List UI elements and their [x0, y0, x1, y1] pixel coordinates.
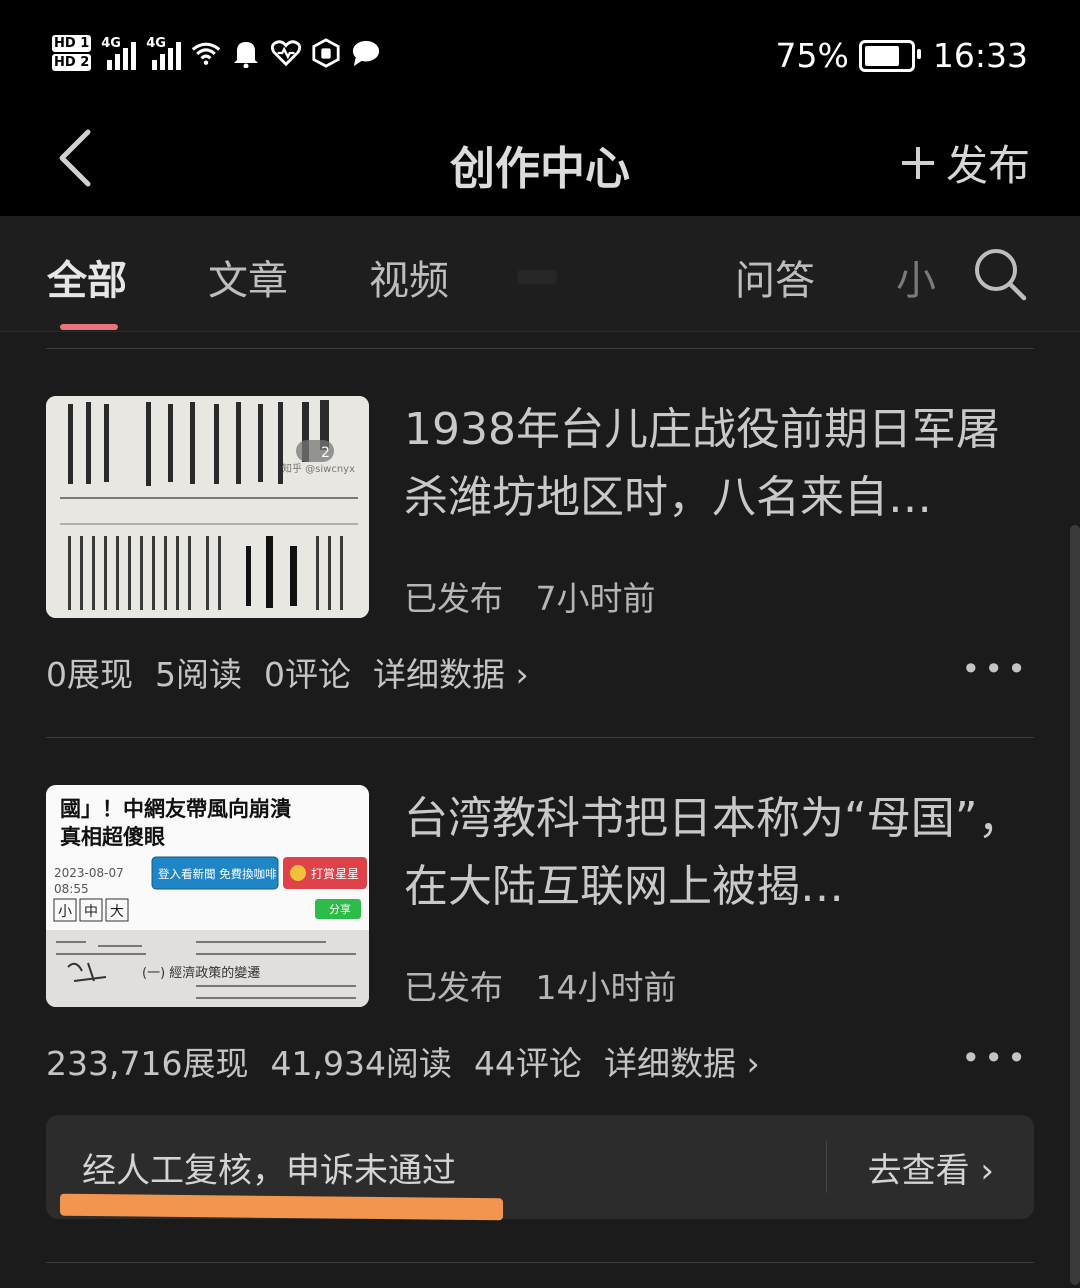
signal-icon-2: 4G — [146, 36, 182, 70]
item-stats: 233,716展现 41,934阅读 44评论 详细数据 › — [46, 1037, 760, 1085]
hd-indicator: HD 1 HD 2 — [52, 35, 92, 71]
item-title[interactable]: 台湾教科书把日本称为“母国”，在大陆互联网上被揭… — [404, 785, 1034, 921]
search-icon — [975, 249, 1027, 301]
message-icon — [351, 38, 381, 68]
divider — [826, 1141, 827, 1193]
publish-status: 已发布 — [404, 579, 503, 618]
details-link[interactable]: 详细数据 › — [373, 648, 529, 696]
title-bar: 创作中心 发布 — [0, 110, 1080, 216]
more-options-button[interactable]: ••• — [961, 1039, 1030, 1077]
tab-qa[interactable]: 问答 — [735, 248, 815, 306]
svg-text:2: 2 — [321, 445, 330, 461]
svg-text:登入看新聞 免費換咖啡: 登入看新聞 免費換咖啡 — [158, 867, 277, 881]
active-tab-indicator — [60, 324, 118, 330]
svg-text:知乎 @siwcnyx: 知乎 @siwcnyx — [282, 462, 355, 475]
search-button[interactable] — [972, 246, 1028, 302]
item-status: 已发布 14小时前 — [404, 961, 677, 1009]
publish-button[interactable]: 发布 — [900, 132, 1030, 193]
divider — [46, 348, 1034, 349]
item-status: 已发布 7小时前 — [404, 572, 656, 620]
svg-text:大: 大 — [110, 904, 124, 920]
impressions-count: 0展现 — [46, 655, 133, 694]
svg-text:08:55: 08:55 — [54, 882, 89, 896]
wifi-icon — [191, 38, 221, 68]
thumbnail-news-screenshot: 國」！中網友帶風向崩潰 真相超傻眼 2023-08-07 08:55 小 中 大… — [46, 785, 369, 1007]
signal-icon: 4G — [101, 36, 137, 70]
reads-count: 5阅读 — [155, 655, 242, 694]
publish-time: 7小时前 — [535, 579, 656, 618]
tab-videos[interactable]: 视频 — [369, 248, 449, 306]
view-appeal-button[interactable]: 去查看 › — [868, 1143, 994, 1192]
health-heart-icon — [271, 38, 302, 68]
divider — [46, 737, 1034, 738]
publish-time: 14小时前 — [535, 968, 677, 1007]
divider — [46, 1262, 1034, 1263]
svg-text:打賞星星: 打賞星星 — [311, 867, 359, 881]
comments-count: 0评论 — [264, 655, 351, 694]
publish-status: 已发布 — [404, 968, 503, 1007]
svg-text:小: 小 — [58, 904, 72, 920]
reads-count: 41,934阅读 — [270, 1044, 452, 1083]
svg-text:(一) 經濟政策的變遷: (一) 經濟政策的變遷 — [142, 965, 260, 981]
chevron-right-icon: › — [515, 655, 529, 694]
svg-text:國」！中網友帶風向崩潰: 國」！中網友帶風向崩潰 — [60, 797, 291, 821]
svg-text:真相超傻眼: 真相超傻眼 — [60, 825, 165, 849]
tab-all[interactable]: 全部 — [47, 248, 127, 306]
details-link[interactable]: 详细数据 › — [604, 1037, 760, 1085]
scrollbar[interactable] — [1070, 525, 1080, 1285]
item-title[interactable]: 1938年台儿庄战役前期日军屠杀潍坊地区时，八名来自… — [404, 396, 1034, 532]
publish-label: 发布 — [945, 141, 1030, 190]
appeal-status-text: 经人工复核，申诉未通过 — [82, 1151, 456, 1191]
impressions-count: 233,716展现 — [46, 1044, 249, 1083]
tab-more[interactable]: 小 — [896, 248, 936, 306]
clock: 16:33 — [932, 36, 1028, 75]
svg-text:中: 中 — [84, 904, 98, 920]
svg-text:2023-08-07: 2023-08-07 — [54, 866, 124, 880]
tab-bar: 全部 文章 视频 问答 小 — [0, 216, 1080, 332]
highlight-underline — [60, 1193, 503, 1221]
battery-percent: 75% — [775, 36, 849, 75]
bell-icon — [231, 38, 261, 68]
chevron-right-icon: › — [980, 1151, 994, 1191]
tab-placeholder — [517, 270, 557, 284]
thumbnail-newspaper: 2 知乎 @siwcnyx — [46, 396, 369, 618]
battery-icon — [858, 39, 921, 72]
chevron-right-icon: › — [746, 1044, 760, 1083]
item-stats: 0展现 5阅读 0评论 详细数据 › — [46, 648, 529, 696]
status-bar: HD 1 HD 2 4G 4G 75% 16:33 — [0, 0, 1080, 110]
svg-text:分享: 分享 — [329, 902, 351, 916]
more-options-button[interactable]: ••• — [961, 650, 1030, 688]
tab-articles[interactable]: 文章 — [208, 248, 288, 306]
plus-icon — [901, 146, 934, 179]
shield-hand-icon — [311, 38, 341, 68]
comments-count: 44评论 — [473, 1044, 582, 1083]
